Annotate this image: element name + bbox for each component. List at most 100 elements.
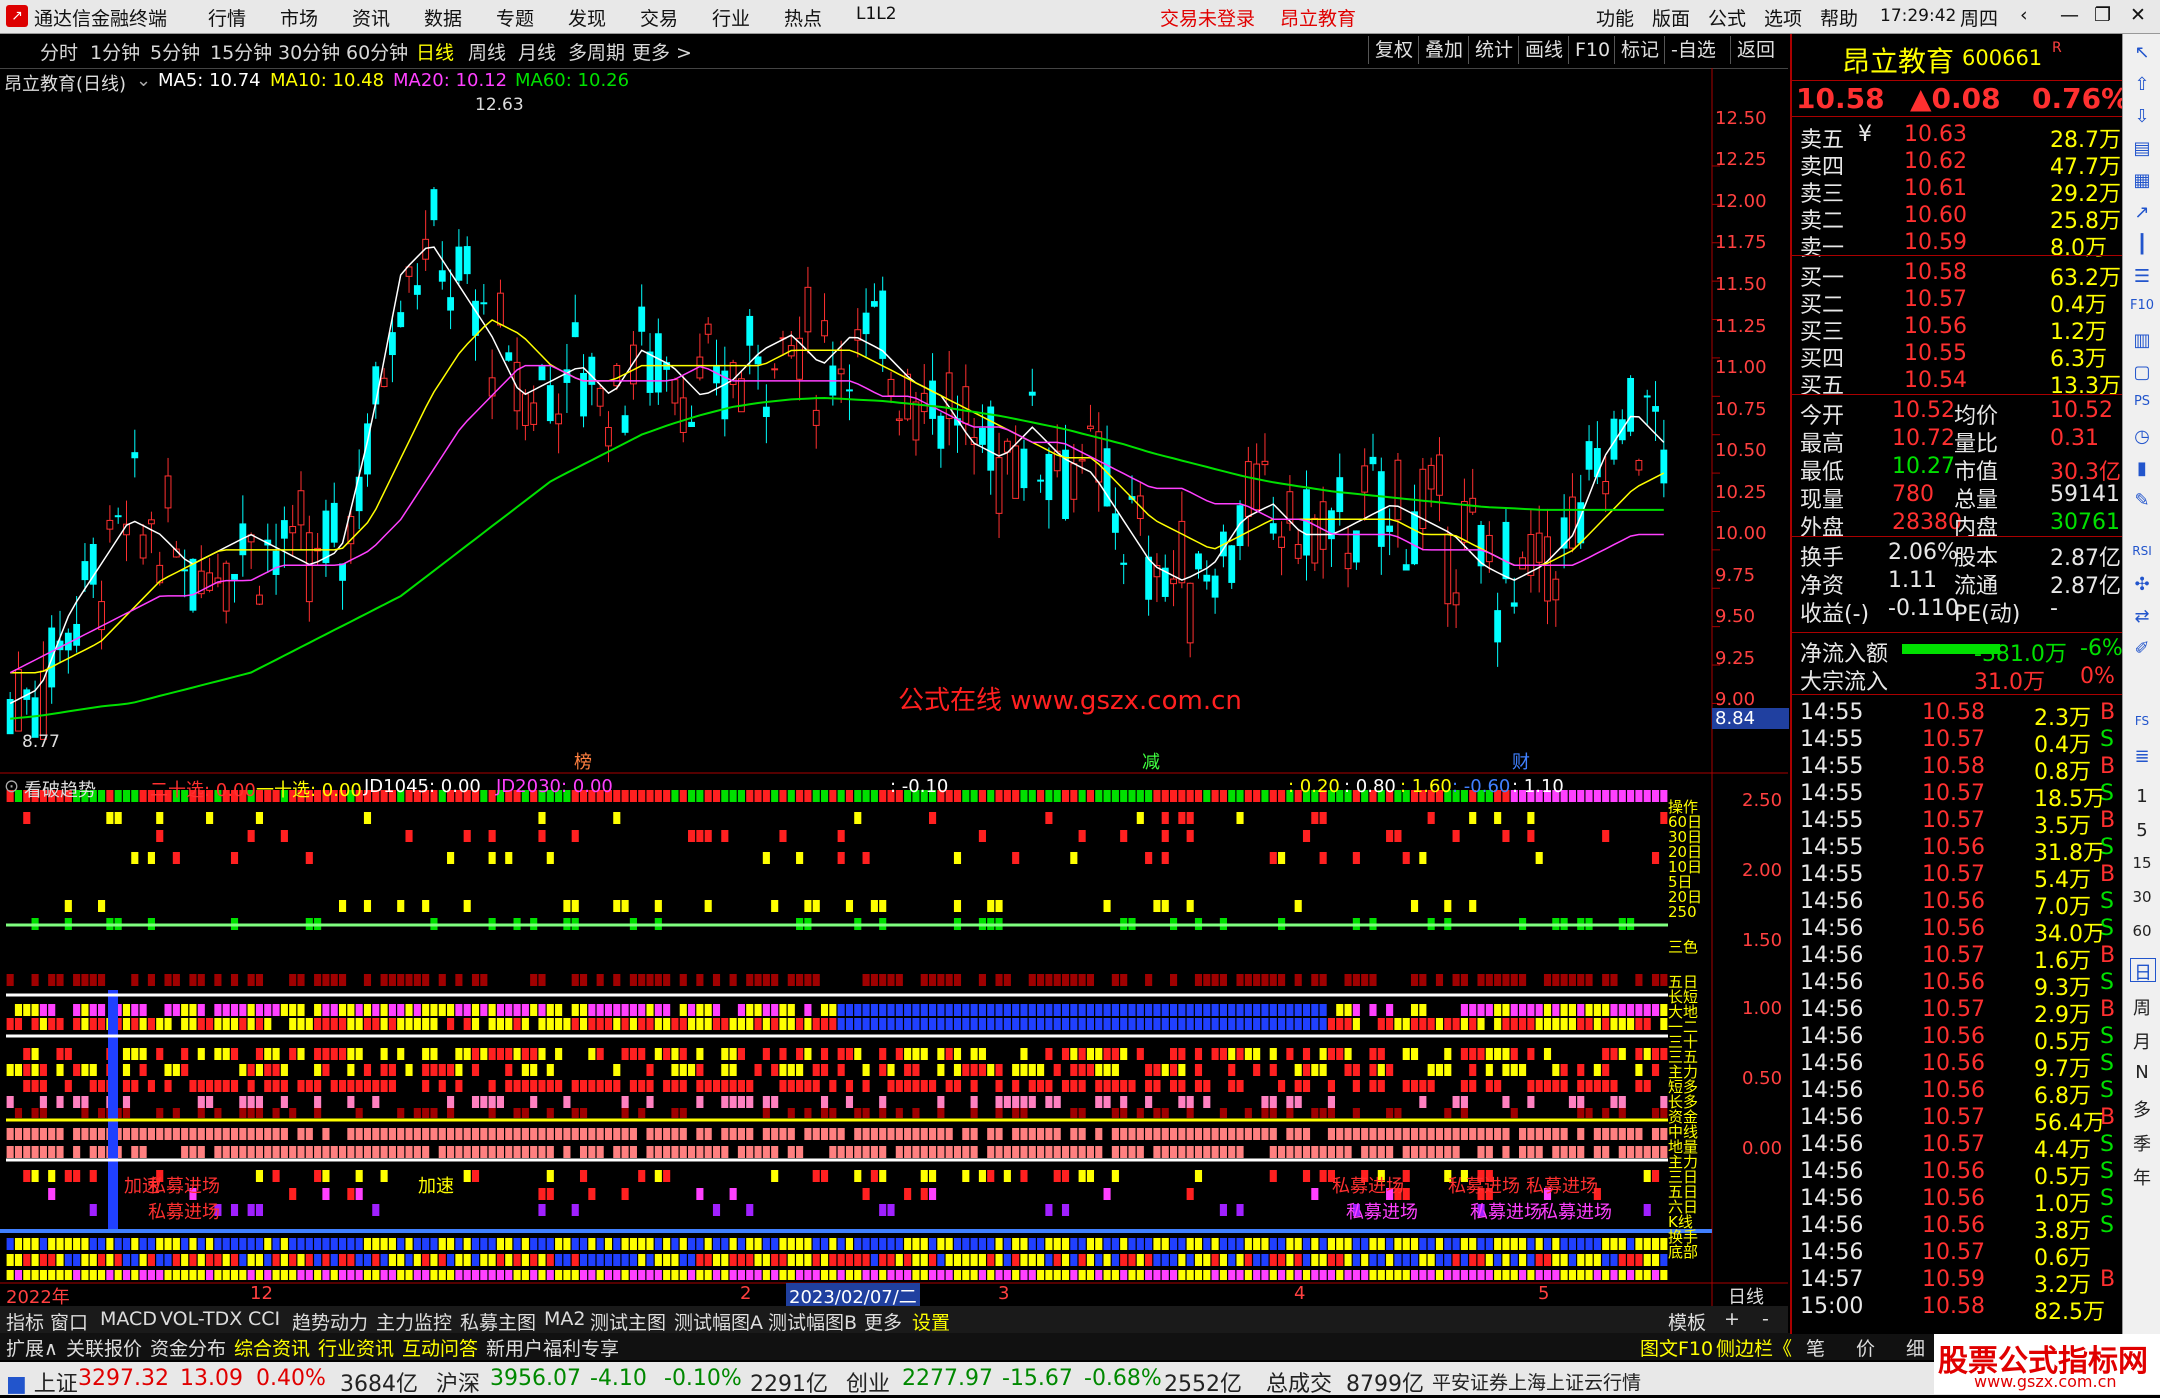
period-1[interactable]: 1 — [2130, 786, 2154, 808]
kline-chart[interactable] — [0, 68, 1788, 1308]
tab-test-main[interactable]: 测试主图 — [590, 1308, 666, 1335]
tab-test-b[interactable]: 测试幅图B — [768, 1308, 857, 1335]
tab-detail[interactable]: 细 — [1906, 1334, 1925, 1361]
tab-test-a[interactable]: 测试幅图A — [674, 1308, 763, 1335]
btn-diejia[interactable]: 叠加 — [1418, 36, 1469, 64]
tab-main-monitor[interactable]: 主力监控 — [376, 1308, 452, 1335]
back-icon[interactable]: ‹ — [2020, 4, 2028, 26]
menu-hangqing[interactable]: 行情 — [208, 4, 246, 31]
btn-fanhui[interactable]: 返回 — [1730, 36, 1781, 64]
grid-icon[interactable]: ▦ — [2130, 170, 2154, 192]
event-marker-cai[interactable]: 财 — [1512, 748, 1530, 774]
tab-indicator[interactable]: 指标 — [6, 1308, 44, 1335]
period-15[interactable]: 15 — [2130, 854, 2154, 876]
menu-hangye[interactable]: 行业 — [712, 4, 750, 31]
btn-fuquan[interactable]: 复权 — [1368, 36, 1419, 64]
menu-l1l2[interactable]: L1L2 — [856, 4, 897, 24]
menu-gongshi[interactable]: 公式 — [1708, 4, 1746, 31]
down-icon[interactable]: ⇩ — [2130, 106, 2154, 128]
tab-private-main[interactable]: 私募主图 — [460, 1308, 536, 1335]
market-sse-name[interactable]: ■ 上证 — [6, 1366, 78, 1398]
menu-shichang[interactable]: 市场 — [280, 4, 318, 31]
menu-banmian[interactable]: 版面 — [1652, 4, 1690, 31]
list-icon[interactable]: ☰ — [2130, 266, 2154, 288]
tab-new-user[interactable]: 新用户福利专享 — [486, 1334, 619, 1361]
tab-industry-news[interactable]: 行业资讯 — [318, 1334, 394, 1361]
f10-icon[interactable]: F10 — [2130, 298, 2154, 320]
period-fenshi[interactable]: 分时 — [40, 38, 78, 65]
clock-icon[interactable]: ◷ — [2130, 426, 2154, 448]
period-5[interactable]: 5 — [2130, 820, 2154, 842]
period-day[interactable]: 日 — [2130, 958, 2156, 984]
kline-icon[interactable]: ┃ — [2130, 234, 2154, 256]
tab-macd[interactable]: MACD — [100, 1308, 157, 1330]
chevron-down-icon[interactable]: ⌄ — [136, 70, 151, 91]
tab-ma2[interactable]: MA2 — [544, 1308, 585, 1330]
tab-related-quote[interactable]: 关联报价 — [66, 1334, 142, 1361]
period-n[interactable]: N — [2130, 1062, 2154, 1084]
menu-redian[interactable]: 热点 — [784, 4, 822, 31]
period-day[interactable]: 日线 — [416, 38, 454, 65]
period-more[interactable]: 更多 > — [632, 38, 692, 65]
period-1min[interactable]: 1分钟 — [90, 38, 140, 65]
period-30min[interactable]: 30分钟 — [278, 38, 340, 65]
period-year[interactable]: 年 — [2130, 1164, 2154, 1189]
period-60[interactable]: 60 — [2130, 922, 2154, 944]
bar-icon[interactable]: ▮ — [2130, 458, 2154, 480]
indicator-expand-icon[interactable]: ⊙ — [4, 776, 19, 797]
list2-icon[interactable]: ≣ — [2130, 746, 2154, 768]
add-button[interactable]: + — [1724, 1308, 1740, 1330]
share-icon[interactable]: ⇄ — [2130, 606, 2154, 628]
menu-jiaoyi[interactable]: 交易 — [640, 4, 678, 31]
menu-zixun[interactable]: 资讯 — [352, 4, 390, 31]
login-status[interactable]: 交易未登录 — [1160, 4, 1255, 31]
pen-icon[interactable]: ✎ — [2130, 490, 2154, 512]
tab-sidebar[interactable]: 侧边栏《 — [1716, 1334, 1792, 1361]
period-month[interactable]: 月 — [2130, 1028, 2154, 1053]
period-5min[interactable]: 5分钟 — [150, 38, 200, 65]
menu-bangzhu[interactable]: 帮助 — [1820, 4, 1858, 31]
menu-gongneng[interactable]: 功能 — [1596, 4, 1634, 31]
menu-shuju[interactable]: 数据 — [424, 4, 462, 31]
cross-icon[interactable]: ✣ — [2130, 574, 2154, 596]
btn-biaoji[interactable]: 标记 — [1614, 36, 1665, 64]
restore-icon[interactable]: ❐ — [2094, 4, 2111, 26]
minimize-icon[interactable]: — — [2060, 4, 2079, 26]
menu-xuanxiang[interactable]: 选项 — [1764, 4, 1802, 31]
brand-link[interactable]: 昂立教育 — [1280, 4, 1356, 31]
btn-zixuan[interactable]: -自选 — [1664, 36, 1722, 64]
tab-window[interactable]: 窗口 — [50, 1308, 88, 1335]
tab-qa[interactable]: 互动问答 — [402, 1334, 478, 1361]
period-30[interactable]: 30 — [2130, 888, 2154, 910]
template-button[interactable]: 模板 — [1668, 1308, 1706, 1335]
fs-icon[interactable]: FS — [2130, 714, 2154, 736]
event-marker-bang[interactable]: 榜 — [574, 748, 592, 774]
tab-trend[interactable]: 趋势动力 — [292, 1308, 368, 1335]
period-week[interactable]: 周线 — [468, 38, 506, 65]
btn-huaxian[interactable]: 画线 — [1518, 36, 1569, 64]
tab-bi[interactable]: 笔 — [1806, 1334, 1825, 1361]
tab-news[interactable]: 综合资讯 — [234, 1334, 310, 1361]
tab-expand[interactable]: 扩展∧ — [6, 1334, 58, 1361]
remove-button[interactable]: - — [1762, 1308, 1769, 1330]
table-icon[interactable]: ▥ — [2130, 330, 2154, 352]
tab-price[interactable]: 价 — [1856, 1334, 1875, 1361]
tab-settings[interactable]: 设置 — [912, 1308, 950, 1335]
close-icon[interactable]: ✕ — [2130, 4, 2146, 26]
tab-vol[interactable]: VOL-TDX — [160, 1308, 242, 1330]
up-icon[interactable]: ⇧ — [2130, 74, 2154, 96]
chart-icon[interactable]: ↗ — [2130, 202, 2154, 224]
rsi-icon[interactable]: RSI — [2130, 544, 2154, 566]
menu-faxian[interactable]: 发现 — [568, 4, 606, 31]
ps-icon[interactable]: PS — [2130, 394, 2154, 416]
period-multi[interactable]: 多周期 — [568, 38, 625, 65]
doc-icon[interactable]: ▢ — [2130, 362, 2154, 384]
tab-more[interactable]: 更多 — [864, 1308, 902, 1335]
period-month[interactable]: 月线 — [518, 38, 556, 65]
period-60min[interactable]: 60分钟 — [346, 38, 408, 65]
collapse-icon[interactable]: ↖ — [2130, 42, 2154, 64]
btn-tongji[interactable]: 统计 — [1468, 36, 1519, 64]
btn-f10[interactable]: F10 — [1568, 36, 1616, 64]
period-week[interactable]: 周 — [2130, 994, 2154, 1019]
period-season[interactable]: 季 — [2130, 1130, 2154, 1155]
